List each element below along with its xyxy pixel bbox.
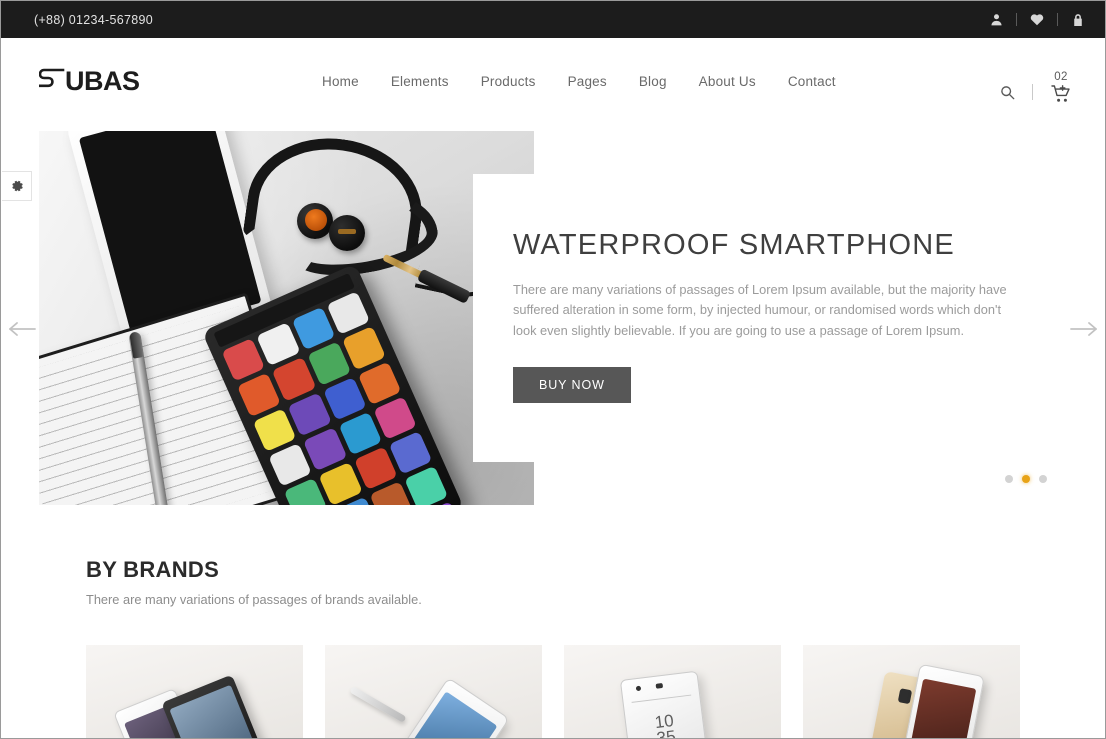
app-icon	[268, 442, 313, 487]
slider-dot-1[interactable]	[1005, 475, 1013, 483]
cart-icon	[1051, 85, 1071, 108]
slider-next-arrow-icon[interactable]	[1067, 314, 1101, 344]
app-icon	[291, 306, 336, 351]
hero-description: There are many variations of passages of…	[513, 281, 1007, 338]
brand-card-2[interactable]	[325, 645, 542, 738]
logo-text: UBAS	[65, 66, 140, 96]
nav-item-products[interactable]: Products	[465, 68, 552, 95]
nav-item-elements[interactable]: Elements	[375, 68, 465, 95]
app-icon	[338, 411, 382, 456]
slider-pagination	[1005, 475, 1047, 483]
app-icon	[221, 337, 266, 382]
top-bar-icon-group	[983, 7, 1091, 33]
app-icon	[372, 396, 417, 440]
slider-dot-3[interactable]	[1039, 475, 1047, 483]
lock-icon[interactable]	[1065, 7, 1091, 33]
nav-item-contact[interactable]: Contact	[772, 68, 852, 95]
app-icon	[237, 372, 281, 417]
app-icon	[388, 431, 433, 475]
brand-card-4[interactable]	[803, 645, 1020, 738]
phone-shape-clock: 10 35	[619, 670, 711, 738]
slider-dot-2[interactable]	[1022, 475, 1030, 483]
earbud-orange-shape	[305, 209, 327, 231]
hero-image	[39, 131, 534, 505]
app-icon	[353, 446, 398, 491]
heart-icon[interactable]	[1024, 7, 1050, 33]
app-icon	[357, 361, 402, 406]
earbud-shape-2	[329, 215, 365, 251]
app-icon	[287, 392, 332, 437]
brands-title: BY BRANDS	[86, 557, 220, 582]
brand-card-1[interactable]	[86, 645, 303, 738]
hero-slider: WATERPROOF SMARTPHONE There are many var…	[39, 131, 1069, 505]
divider	[1016, 13, 1017, 26]
search-icon[interactable]	[994, 79, 1020, 105]
page-root: (+88) 01234-567890 UBAS Home Elements Pr…	[0, 0, 1106, 739]
nav-item-pages[interactable]: Pages	[552, 68, 623, 95]
buy-now-button[interactable]: BUY NOW	[513, 367, 631, 404]
brand-card-3[interactable]: 10 35	[564, 645, 781, 738]
hero-title: WATERPROOF SMARTPHONE	[513, 229, 955, 261]
app-icon	[256, 322, 301, 367]
nav-item-home[interactable]: Home	[306, 68, 375, 95]
app-icon	[303, 427, 347, 472]
header-actions: 02	[994, 64, 1077, 108]
brands-section: BY BRANDS There are many variations of p…	[86, 557, 1026, 738]
cart-button[interactable]: 02	[1045, 64, 1077, 108]
app-icon	[318, 462, 363, 505]
logo-s-mark	[38, 66, 65, 96]
app-icon	[341, 326, 386, 371]
app-icon	[404, 465, 448, 505]
phone-number: (+88) 01234-567890	[34, 12, 154, 27]
settings-gear-icon[interactable]	[2, 171, 32, 201]
hero-text-panel: WATERPROOF SMARTPHONE There are many var…	[473, 174, 1069, 462]
divider	[1057, 13, 1058, 26]
nav-item-blog[interactable]: Blog	[623, 68, 683, 95]
main-navigation: Home Elements Products Pages Blog About …	[306, 68, 852, 95]
app-icon	[326, 291, 371, 336]
site-header: UBAS Home Elements Products Pages Blog A…	[1, 38, 1105, 119]
logo[interactable]: UBAS	[38, 66, 140, 96]
top-bar: (+88) 01234-567890	[1, 1, 1105, 38]
slider-prev-arrow-icon[interactable]	[5, 314, 39, 344]
app-icon	[252, 407, 297, 452]
app-icon	[306, 341, 351, 386]
cart-count-badge: 02	[1054, 71, 1068, 83]
app-icon	[271, 357, 316, 402]
brands-subtitle: There are many variations of passages of…	[86, 592, 422, 607]
nav-item-about-us[interactable]: About Us	[683, 68, 772, 95]
app-icon	[322, 376, 367, 421]
user-icon[interactable]	[983, 7, 1009, 33]
brands-grid: 10 35	[86, 645, 1026, 738]
divider	[1032, 84, 1033, 100]
